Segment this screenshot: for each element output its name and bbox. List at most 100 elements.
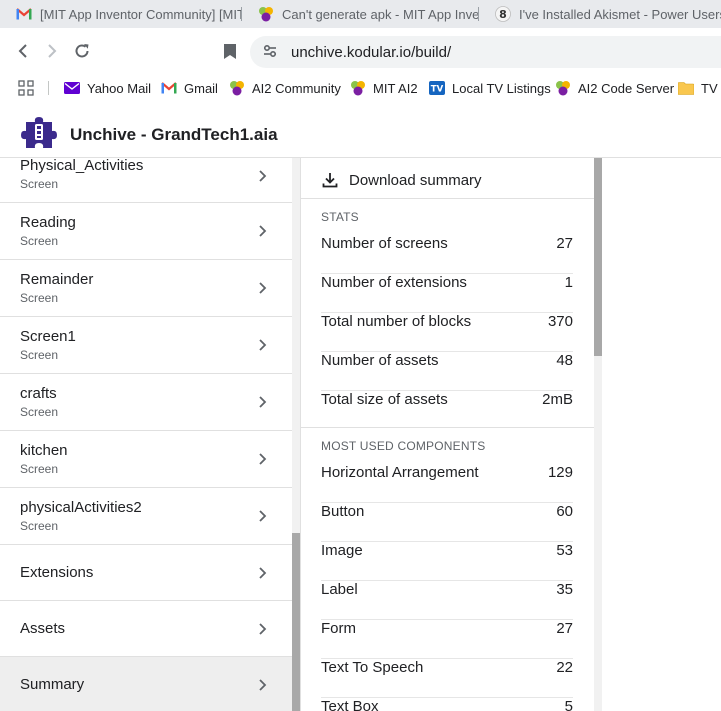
site-info-button[interactable] [259, 40, 281, 62]
screen-list-scrollbar-thumb[interactable] [292, 533, 300, 711]
stat-row: Total size of assets 2mB [321, 391, 573, 430]
download-summary-button[interactable]: Download summary [321, 168, 482, 192]
mit-ai2-icon [258, 6, 274, 22]
list-item-title: physicalActivities2 [20, 499, 142, 516]
bookmark-yahoo-mail[interactable]: Yahoo Mail [64, 79, 151, 97]
stat-row: Number of extensions 1 [321, 274, 573, 313]
list-item-screen[interactable]: crafts Screen [0, 374, 292, 431]
component-count: 22 [556, 659, 573, 676]
stat-row: Number of screens 27 [321, 235, 573, 274]
component-count: 5 [564, 698, 573, 711]
apps-button[interactable] [18, 79, 34, 97]
tv-icon: TV [429, 80, 445, 96]
list-item-title: Screen1 [20, 328, 76, 345]
download-icon [322, 173, 338, 188]
stat-value: 370 [547, 313, 573, 330]
list-item-screen[interactable]: physicalActivities2 Screen [0, 488, 292, 545]
section-title: Extensions [20, 564, 94, 581]
yahoo-mail-icon [64, 80, 80, 96]
component-row: Button 60 [321, 503, 573, 542]
chevron-right-icon [259, 453, 267, 465]
component-row: Horizontal Arrangement 129 [321, 464, 573, 503]
list-item-screen[interactable]: Reading Screen [0, 203, 292, 260]
stats-heading: STATS [321, 210, 359, 224]
browser-tab[interactable]: [MIT App Inventor Community] [MIT [0, 0, 242, 28]
list-item-title: kitchen [20, 442, 68, 459]
list-item-subtitle: Screen [20, 291, 59, 305]
stat-value: 1 [564, 274, 573, 291]
component-row: Form 27 [321, 620, 573, 659]
browser-tab[interactable]: 8 I've Installed Akismet - Power Users [479, 0, 721, 28]
back-button[interactable] [12, 40, 34, 62]
section-summary[interactable]: Summary [0, 657, 292, 711]
screen-list: Physical_Activities Screen Reading Scree… [0, 158, 292, 711]
summary-scrollbar-thumb[interactable] [594, 158, 602, 356]
section-title: Summary [20, 676, 85, 693]
gmail-icon [16, 6, 32, 22]
section-extensions[interactable]: Extensions [0, 545, 292, 601]
list-item-title: Reading [20, 214, 76, 231]
component-row: Image 53 [321, 542, 573, 581]
app-header: Unchive - GrandTech1.aia [0, 108, 721, 158]
list-item-screen[interactable]: Physical_Activities Screen [0, 158, 292, 203]
mit-ai2-icon [350, 80, 366, 96]
chevron-right-icon [259, 510, 267, 522]
list-item-subtitle: Screen [20, 348, 59, 362]
bookmark-local-tv-listings[interactable]: TV Local TV Listings [429, 79, 551, 97]
reload-icon [75, 44, 89, 58]
summary-panel: Download summary STATS Number of screens… [300, 158, 594, 711]
list-item-subtitle: Screen [20, 519, 59, 533]
component-row: Text Box 5 [321, 698, 573, 711]
folder-icon [678, 80, 694, 96]
stat-label: Number of screens [321, 235, 448, 252]
bookmark-gmail[interactable]: Gmail [161, 79, 218, 97]
component-label: Horizontal Arrangement [321, 464, 479, 481]
chevron-right-icon [259, 396, 267, 408]
component-count: 35 [556, 581, 573, 598]
tab-title: [MIT App Inventor Community] [MIT [40, 6, 242, 22]
list-item-screen[interactable]: kitchen Screen [0, 431, 292, 488]
tab-title: I've Installed Akismet - Power Users [519, 6, 721, 22]
stat-label: Total size of assets [321, 391, 448, 408]
list-item-screen[interactable]: Remainder Screen [0, 260, 292, 317]
tune-icon [263, 44, 277, 58]
component-count: 129 [547, 464, 573, 481]
component-row: Label 35 [321, 581, 573, 620]
component-row: Text To Speech 22 [321, 659, 573, 698]
stat-label: Number of assets [321, 352, 439, 369]
component-label: Button [321, 503, 365, 520]
mit-ai2-icon [555, 80, 571, 96]
arrow-right-icon [48, 44, 57, 58]
arrow-left-icon [18, 44, 27, 58]
bookmark-ai2-code-server[interactable]: AI2 Code Server [555, 79, 674, 97]
tab-title: Can't generate apk - MIT App Inven [282, 6, 479, 22]
divider [301, 427, 594, 428]
stat-value: 2mB [542, 391, 573, 408]
reload-button[interactable] [71, 40, 93, 62]
bookmark-ai2-community[interactable]: AI2 Community [229, 79, 341, 97]
mit-ai2-icon [229, 80, 245, 96]
list-item-subtitle: Screen [20, 462, 59, 476]
chevron-right-icon [259, 282, 267, 294]
section-title: Assets [20, 620, 66, 637]
list-item-screen[interactable]: Screen1 Screen [0, 317, 292, 374]
list-item-title: crafts [20, 385, 57, 402]
forward-button[interactable] [41, 40, 63, 62]
component-label: Image [321, 542, 363, 559]
url-text[interactable]: unchive.kodular.io/build/ [291, 44, 451, 61]
bookmarks-bar: Yahoo Mail Gmail AI2 Community MIT AI2 T… [0, 74, 721, 102]
stat-value: 27 [556, 235, 573, 252]
chevron-right-icon [259, 567, 267, 579]
bookmark-mit-ai2[interactable]: MIT AI2 [350, 79, 418, 97]
download-summary-label: Download summary [349, 171, 482, 189]
stat-label: Total number of blocks [321, 313, 472, 330]
chevron-right-icon [259, 623, 267, 635]
browser-tab[interactable]: Can't generate apk - MIT App Inven [242, 0, 479, 28]
chevron-right-icon [259, 339, 267, 351]
bookmarks-divider [48, 81, 49, 95]
bookmark-page-button[interactable] [219, 40, 241, 62]
section-assets[interactable]: Assets [0, 601, 292, 657]
bookmark-filled-icon [224, 43, 236, 59]
component-count: 53 [556, 542, 573, 559]
bookmark-folder-tv[interactable]: TV [678, 79, 718, 97]
